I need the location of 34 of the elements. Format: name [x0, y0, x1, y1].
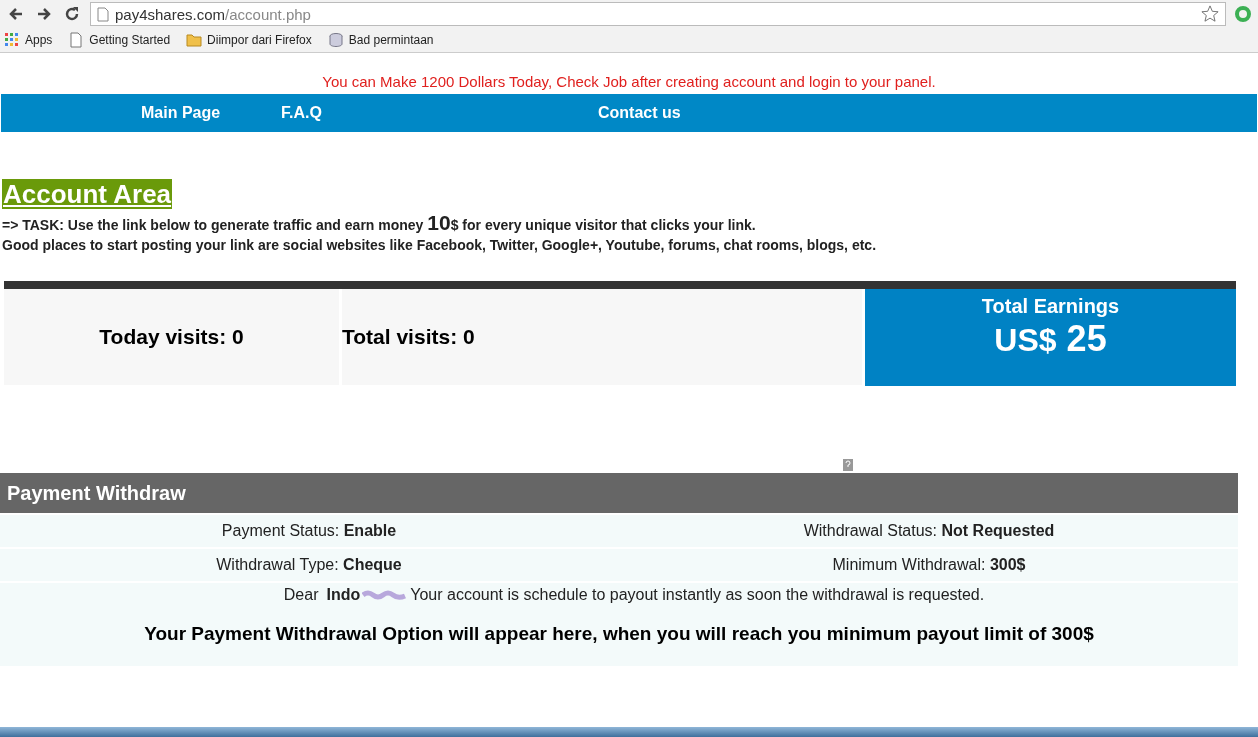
bookmark[interactable]: Getting Started: [68, 32, 171, 48]
table-cell-text: Withdrawal Status: Not Requested: [802, 521, 1056, 541]
page-heading: Account Area: [2, 179, 173, 209]
url-text: pay4shares.com/account.php: [115, 5, 311, 23]
task-text: => TASK: Use the link below to generate traffic and earn money 10$ for every unique visitor that clicks your link.: [2, 213, 757, 235]
bookmark[interactable]: Apps: [4, 32, 53, 48]
star-icon[interactable]: [1201, 5, 1219, 23]
folder-icon: [186, 32, 203, 48]
database-icon: [327, 32, 344, 48]
visits-stat: Total visits: 0: [342, 289, 862, 385]
bookmark[interactable]: Diimpor dari Firefox: [186, 32, 312, 48]
table-cell-text: Withdrawal Type: Cheque: [215, 555, 403, 575]
scribble-mark: [362, 590, 407, 600]
bookmark[interactable]: Bad permintaan: [327, 32, 434, 48]
broken-image-icon: [843, 459, 853, 471]
earnings-amount: US$ 25: [994, 318, 1107, 360]
section-header: Payment Withdraw: [0, 473, 1238, 513]
earnings-title: Total Earnings: [981, 295, 1120, 318]
promo-notice: You can Make 1200 Dollars Today, Check Job after creating account and login to your panel.: [321, 73, 937, 90]
page-icon: [97, 6, 109, 22]
apps-grid-icon: [4, 32, 20, 48]
nav-link[interactable]: Contact us: [598, 104, 911, 122]
nav-link[interactable]: Main Page: [141, 104, 281, 122]
nav-link[interactable]: F.A.Q: [281, 104, 598, 122]
greeting-text: Dear: [283, 586, 319, 604]
tip-text: Good places to start posting your link are social websites like Facebook, Twitter, Google+, Youtube, forums, chat rooms, blogs, etc.: [2, 236, 878, 255]
page-icon: [68, 32, 85, 48]
address-bar[interactable]: pay4shares.com/account.php: [90, 2, 1226, 26]
table-cell-text: Minimum Withdrawal: 300$: [831, 555, 1027, 575]
withdraw-notice: Your Payment Withdrawal Option will appear here, when you will reach you minimum payout limit of 300$: [143, 622, 1095, 646]
user-name: Indo: [326, 586, 361, 604]
visits-stat: Today visits: 0: [4, 289, 339, 385]
payout-message: Your account is schedule to payout instantly as soon the withdrawal is requested.: [410, 586, 985, 604]
table-cell-text: Payment Status: Enable: [220, 521, 398, 541]
